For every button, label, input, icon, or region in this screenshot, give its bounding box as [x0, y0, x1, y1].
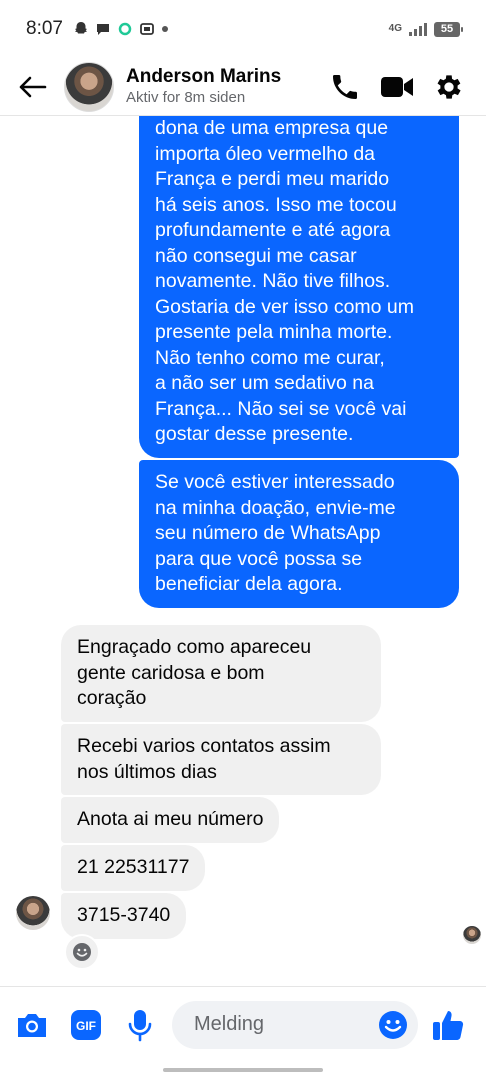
battery-indicator: 55: [434, 21, 463, 37]
message-input-wrapper[interactable]: [172, 1000, 418, 1049]
sender-avatar[interactable]: [16, 896, 50, 930]
smiley-icon: [73, 943, 91, 961]
microphone-button[interactable]: [122, 1007, 158, 1043]
incoming-message[interactable]: 3715-3740: [61, 893, 187, 939]
status-bar-left: 8:07: [26, 18, 169, 40]
chat-header: Anderson Marins Aktiv for 8m siden: [0, 58, 486, 116]
contact-info[interactable]: Anderson Marins Aktiv for 8m siden: [126, 65, 328, 108]
message-list[interactable]: dona de uma empresa que importa óleo ver…: [0, 116, 486, 986]
gif-icon: GIF: [71, 1009, 101, 1040]
gif-button[interactable]: GIF: [68, 1007, 104, 1043]
gear-icon: [437, 74, 461, 99]
status-bar-right: 4G 55: [388, 21, 463, 37]
seen-indicator-avatar: [463, 926, 481, 944]
snapchat-icon: [73, 21, 89, 37]
header-actions: [328, 70, 486, 104]
emoji-icon: [379, 1010, 407, 1039]
incoming-message[interactable]: Recebi varios contatos assim nos últimos…: [61, 724, 381, 795]
chat-icon: [95, 21, 111, 37]
contact-name: Anderson Marins: [126, 66, 282, 87]
signal-icon: [408, 21, 428, 37]
contact-avatar[interactable]: [64, 61, 114, 112]
like-icon: [433, 1010, 464, 1040]
reaction-button[interactable]: [64, 934, 100, 970]
camera-button[interactable]: [14, 1007, 50, 1043]
video-icon: [381, 76, 413, 97]
status-time: 8:07: [26, 18, 63, 39]
emoji-button[interactable]: [376, 1008, 410, 1042]
back-button[interactable]: [0, 58, 64, 116]
voice-call-button[interactable]: [328, 70, 362, 104]
composer-bar: GIF: [0, 986, 486, 1062]
microphone-icon: [128, 1009, 152, 1041]
status-bar: 8:07 4G 55: [0, 0, 486, 58]
phone-icon: [333, 74, 357, 99]
incoming-message[interactable]: Anota ai meu número: [61, 797, 280, 843]
outgoing-message[interactable]: Se você estiver interessado na minha doa…: [139, 460, 459, 608]
network-label: 4G: [388, 23, 402, 34]
contact-status: Aktiv for 8m siden: [126, 89, 246, 106]
like-button[interactable]: [428, 1005, 468, 1045]
dot-icon: [161, 25, 169, 33]
camera-icon: [18, 1013, 46, 1037]
video-call-button[interactable]: [380, 70, 414, 104]
incoming-message[interactable]: 21 22531177: [61, 845, 206, 891]
outgoing-message[interactable]: dona de uma empresa que importa óleo ver…: [139, 116, 459, 458]
settings-button[interactable]: [432, 70, 466, 104]
messenger-screen: 8:07 4G 55 Anderson Marins Aktiv for 8m …: [0, 0, 486, 1080]
home-indicator[interactable]: [163, 1068, 323, 1072]
gif-label: GIF: [76, 1019, 96, 1033]
message-input[interactable]: [192, 1012, 366, 1037]
app-icon: [139, 21, 155, 37]
incoming-message[interactable]: Engraçado como apareceu gente caridosa e…: [61, 625, 381, 722]
ring-icon: [117, 21, 133, 37]
arrow-left-icon: [19, 76, 47, 97]
